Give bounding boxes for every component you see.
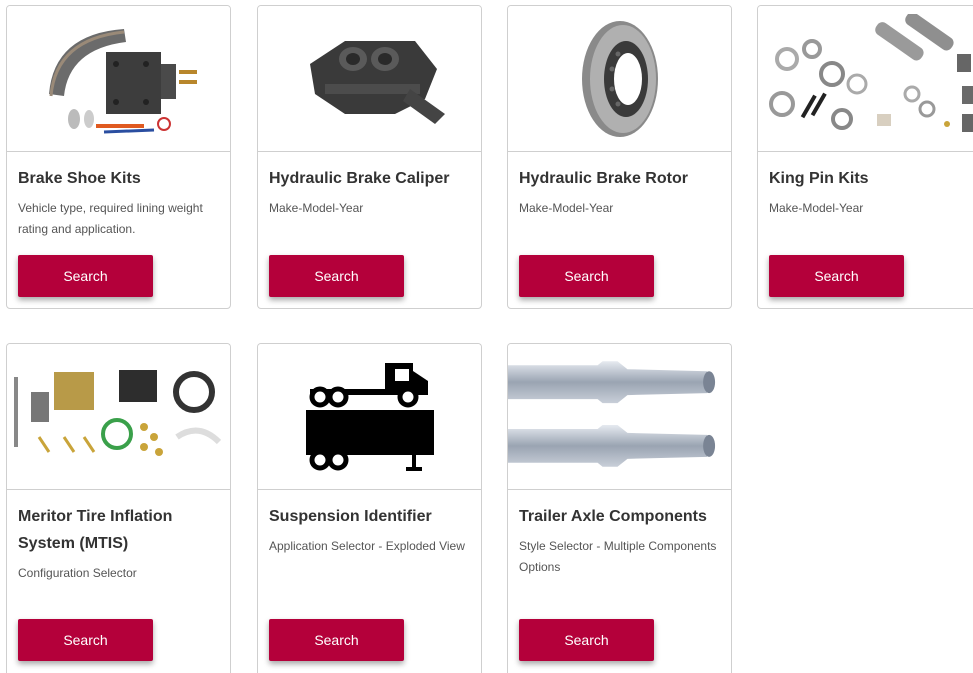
card-title: Suspension Identifier — [269, 508, 432, 525]
search-button-hydraulic-brake-rotor[interactable]: Search — [519, 255, 654, 297]
product-card-hydraulic-brake-rotor: Hydraulic Brake Rotor Make-Model-Year Se… — [507, 5, 732, 309]
tire-inflation-system-icon — [13, 369, 221, 456]
card-description: Make-Model-Year — [269, 201, 364, 215]
product-card-hydraulic-brake-caliper: Hydraulic Brake Caliper Make-Model-Year … — [257, 5, 482, 309]
search-button-trailer-axle-components[interactable]: Search — [519, 619, 654, 661]
search-button-brake-shoe-kits[interactable]: Search — [18, 255, 153, 297]
king-pin-kit-image[interactable] — [758, 6, 973, 152]
king-pin-kit-icon — [769, 13, 973, 132]
card-description: Vehicle type, required lining weight rat… — [18, 201, 203, 236]
trailer-axle-image[interactable] — [508, 344, 731, 490]
card-description: Make-Model-Year — [769, 201, 864, 215]
brake-rotor-image[interactable] — [508, 6, 731, 152]
search-button-hydraulic-brake-caliper[interactable]: Search — [269, 255, 404, 297]
brake-rotor-icon — [581, 20, 658, 137]
card-title: Brake Shoe Kits — [18, 170, 141, 187]
brake-caliper-image[interactable] — [258, 6, 481, 152]
search-button-meritor-tire-inflation-system[interactable]: Search — [18, 619, 153, 661]
truck-trailer-icon — [305, 362, 434, 471]
brake-shoe-kit-icon — [48, 28, 197, 133]
card-description: Make-Model-Year — [519, 201, 614, 215]
product-card-trailer-axle-components: Trailer Axle Components Style Selector -… — [507, 343, 732, 673]
brake-caliper-icon — [309, 40, 445, 124]
trailer-axle-icon — [508, 360, 716, 467]
card-title: Meritor Tire Inflation System (MTIS) — [18, 508, 173, 552]
product-card-meritor-tire-inflation-system: Meritor Tire Inflation System (MTIS) Con… — [6, 343, 231, 673]
card-title: King Pin Kits — [769, 170, 869, 187]
product-card-king-pin-kits: King Pin Kits Make-Model-Year Search — [757, 5, 973, 309]
brake-shoe-kit-image[interactable] — [7, 6, 230, 152]
product-card-brake-shoe-kits: Brake Shoe Kits Vehicle type, required l… — [6, 5, 231, 309]
search-button-suspension-identifier[interactable]: Search — [269, 619, 404, 661]
card-description: Application Selector - Exploded View — [269, 539, 465, 553]
suspension-identifier-image[interactable] — [258, 344, 481, 490]
card-description: Configuration Selector — [18, 566, 137, 580]
search-button-king-pin-kits[interactable]: Search — [769, 255, 904, 297]
card-title: Hydraulic Brake Caliper — [269, 170, 450, 187]
card-title: Hydraulic Brake Rotor — [519, 170, 688, 187]
tire-inflation-system-image[interactable] — [7, 344, 230, 490]
card-description: Style Selector - Multiple Components Opt… — [519, 539, 717, 574]
product-card-suspension-identifier: Suspension Identifier Application Select… — [257, 343, 482, 673]
card-title: Trailer Axle Components — [519, 508, 707, 525]
